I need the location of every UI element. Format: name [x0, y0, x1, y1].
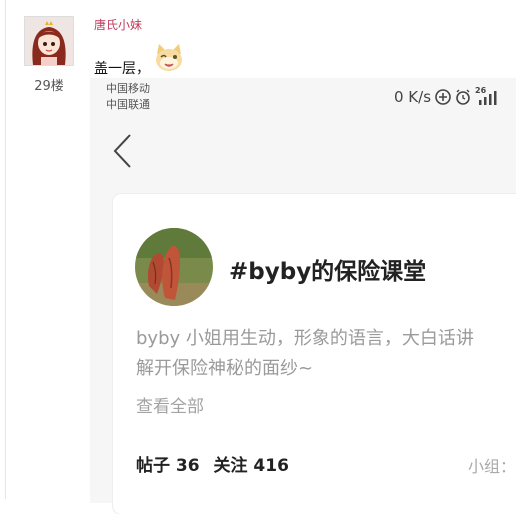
posts-count: 帖子 36: [136, 456, 200, 476]
carrier-mobile: 中国移动: [106, 82, 150, 95]
view-all-link[interactable]: 查看全部: [136, 392, 204, 417]
anime-girl-avatar-icon: [25, 17, 73, 65]
follows-count: 关注 416: [213, 456, 289, 476]
topic-image: [135, 228, 213, 306]
topic-stats: 帖子 36 关注 416: [136, 451, 297, 476]
username-link[interactable]: 唐氏小妹: [94, 16, 142, 33]
alarm-icon: [456, 89, 470, 105]
signal-26-icon: 26: [475, 86, 497, 106]
post-text: 盖一层，: [94, 61, 150, 77]
chevron-left-icon[interactable]: [110, 132, 138, 170]
user-avatar[interactable]: [24, 16, 74, 66]
network-speed: 0 K/s: [394, 88, 432, 106]
topic-description: byby 小姐用生动，形象的语言，大白话讲 解开保险神秘的面纱~: [136, 324, 516, 384]
group-label: 小组：: [468, 457, 516, 476]
floor-number: 29楼: [34, 79, 64, 94]
description-line-1: byby 小姐用生动，形象的语言，大白话讲: [136, 328, 474, 349]
topic-title: #byby的保险课堂: [229, 259, 427, 285]
description-line-2: 解开保险神秘的面纱~: [136, 358, 314, 379]
data-saver-icon: [435, 89, 451, 105]
grinning-cat-emoji-icon: [156, 44, 182, 71]
carrier-unicom: 中国联通: [106, 98, 150, 111]
signal-bars: [479, 91, 497, 105]
status-bar: 0 K/s 26: [394, 86, 497, 108]
sweet-potato-image: [135, 228, 213, 306]
